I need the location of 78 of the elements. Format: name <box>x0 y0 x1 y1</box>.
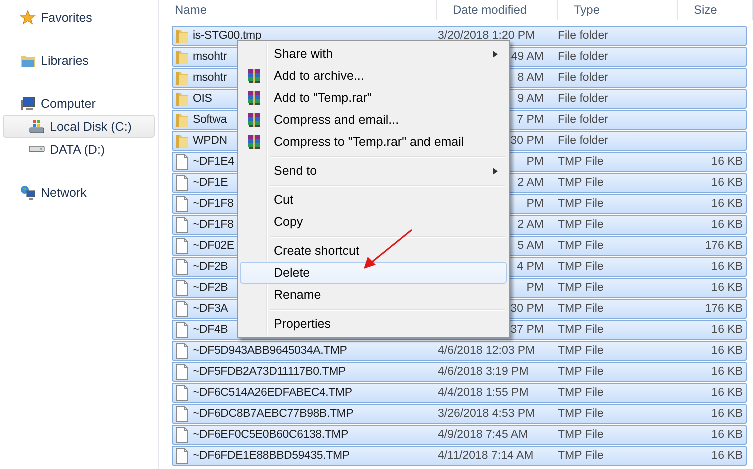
date-modified: PM <box>526 282 544 294</box>
file-name: ~DF5D943ABB9645034A.TMP <box>193 345 348 357</box>
date-modified: 9 AM <box>518 93 544 105</box>
file-size: 16 KB <box>712 366 743 378</box>
date-modified: 30 PM <box>510 135 544 147</box>
file-type: TMP File <box>558 219 604 231</box>
file-type: TMP File <box>558 156 604 168</box>
file-name: ~DF4B <box>193 324 228 336</box>
date-modified: 37 PM <box>510 324 544 336</box>
date-modified: 4 PM <box>517 261 544 273</box>
date-modified: PM <box>526 198 544 210</box>
date-modified: PM <box>526 156 544 168</box>
file-type: TMP File <box>558 324 604 336</box>
date-modified: 49 AM <box>511 51 544 63</box>
date-modified: 3/20/2018 1:20 PM <box>438 30 536 42</box>
file-name: ~DF02E <box>193 240 234 252</box>
date-modified: 4/6/2018 3:19 PM <box>438 366 529 378</box>
date-modified: 4/4/2018 1:55 PM <box>438 387 529 399</box>
file-type: File folder <box>558 72 608 84</box>
file-size: 16 KB <box>712 345 743 357</box>
file-name: ~DF3A <box>193 303 228 315</box>
file-type: File folder <box>558 135 608 147</box>
file-size: 16 KB <box>712 282 743 294</box>
date-modified: 4/11/2018 7:14 AM <box>438 450 534 462</box>
file-name: msohtr <box>193 72 227 84</box>
file-name: ~DF6DC8B7AEBC77B98B.TMP <box>193 408 354 420</box>
file-type: File folder <box>558 114 608 126</box>
date-modified: 4/6/2018 12:03 PM <box>438 345 536 357</box>
file-name: ~DF5FDB2A73D11117B0.TMP <box>193 366 346 378</box>
file-name: ~DF6FDE1E88BBD59435.TMP <box>193 450 350 462</box>
file-name: ~DF2B <box>193 282 228 294</box>
file-type: TMP File <box>558 282 604 294</box>
file-name: OIS <box>193 93 212 105</box>
file-size: 16 KB <box>712 387 743 399</box>
file-type: TMP File <box>558 261 604 273</box>
file-name: ~DF1F8 <box>193 198 234 210</box>
file-type: TMP File <box>558 429 604 441</box>
file-name: ~DF1E4 <box>193 156 234 168</box>
file-name: ~DF6C514A26EDFABEC4.TMP <box>193 387 352 399</box>
file-size: 16 KB <box>712 177 743 189</box>
date-modified: 8 AM <box>518 72 544 84</box>
file-type: TMP File <box>558 345 604 357</box>
file-type: TMP File <box>558 240 604 252</box>
file-type: File folder <box>558 30 608 42</box>
file-type: File folder <box>558 93 608 105</box>
file-size: 16 KB <box>712 219 743 231</box>
date-modified: 30 PM <box>510 303 544 315</box>
file-type: File folder <box>558 51 608 63</box>
file-size: 176 KB <box>705 303 743 315</box>
file-type: TMP File <box>558 408 604 420</box>
date-modified: 4/9/2018 7:45 AM <box>438 429 528 441</box>
file-name: ~DF1E <box>193 177 228 189</box>
file-name: msohtr <box>193 51 227 63</box>
date-modified: 7 PM <box>517 114 544 126</box>
file-size: 16 KB <box>712 429 743 441</box>
date-modified: 3/26/2018 4:53 PM <box>438 408 536 420</box>
file-size: 16 KB <box>712 198 743 210</box>
file-size: 16 KB <box>712 450 743 462</box>
file-type: TMP File <box>558 387 604 399</box>
date-modified: 2 AM <box>518 219 544 231</box>
file-size: 16 KB <box>712 324 743 336</box>
file-size: 16 KB <box>712 261 743 273</box>
file-size: 16 KB <box>712 408 743 420</box>
file-name: Softwa <box>193 114 227 126</box>
file-name: ~DF6EF0C5E0B60C6138.TMP <box>193 429 349 441</box>
file-type: TMP File <box>558 366 604 378</box>
date-modified: 2 AM <box>518 177 544 189</box>
file-type: TMP File <box>558 450 604 462</box>
file-size: 176 KB <box>705 240 743 252</box>
file-size: 16 KB <box>712 156 743 168</box>
file-name: is-STG00.tmp <box>193 30 262 42</box>
file-type: TMP File <box>558 177 604 189</box>
file-type: TMP File <box>558 303 604 315</box>
file-name: ~DF1F8 <box>193 219 234 231</box>
file-name: WPDN <box>193 135 228 147</box>
file-name: ~DF2B <box>193 261 228 273</box>
date-modified: 5 AM <box>518 240 544 252</box>
file-type: TMP File <box>558 198 604 210</box>
